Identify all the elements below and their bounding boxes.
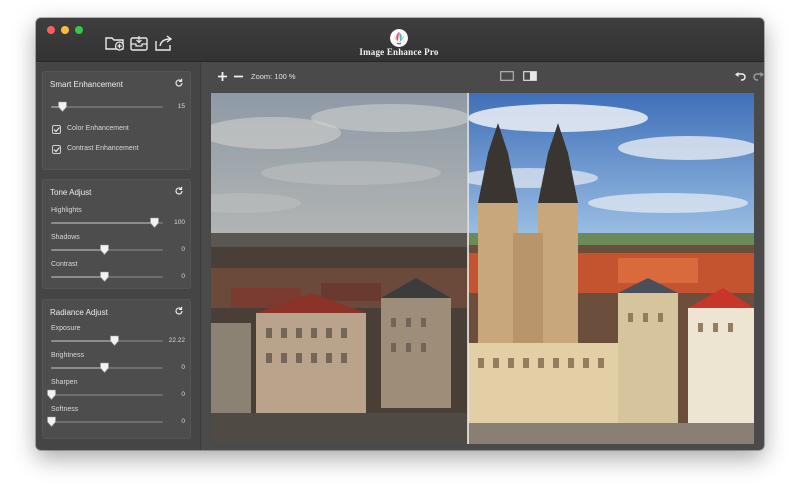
shadows-label: Shadows bbox=[51, 234, 80, 241]
close-window-button[interactable] bbox=[47, 26, 55, 34]
contrast-slider[interactable] bbox=[51, 271, 163, 282]
softness-value: 0 bbox=[181, 418, 185, 425]
enhanced-image bbox=[468, 93, 754, 444]
smart-level-slider[interactable] bbox=[51, 101, 163, 112]
checkmark-icon bbox=[53, 127, 60, 133]
split-view-icon[interactable] bbox=[523, 71, 537, 81]
brightness-value: 0 bbox=[181, 364, 185, 371]
sharpen-slider[interactable] bbox=[47, 389, 163, 400]
shadows-value: 0 bbox=[181, 246, 185, 253]
radiance-adjust-panel: Radiance Adjust Exposure 22.22 Brightnes… bbox=[42, 299, 191, 439]
share-export-icon[interactable] bbox=[154, 35, 174, 51]
plus-icon[interactable] bbox=[217, 71, 228, 82]
exposure-label: Exposure bbox=[51, 325, 81, 332]
highlights-value: 100 bbox=[174, 219, 185, 226]
contrast-value: 0 bbox=[181, 273, 185, 280]
undo-icon[interactable] bbox=[734, 72, 746, 81]
tray-import-icon[interactable] bbox=[129, 35, 149, 51]
tone-adjust-panel: Tone Adjust Highlights 100 Shadows 0 Con… bbox=[42, 179, 191, 289]
slider-thumb[interactable] bbox=[47, 416, 56, 427]
title-bar: Image Enhance Pro bbox=[36, 18, 764, 62]
smart-enhancement-title: Smart Enhancement bbox=[50, 80, 123, 89]
minimize-window-button[interactable] bbox=[61, 26, 69, 34]
smart-level-value: 15 bbox=[177, 103, 185, 110]
highlights-slider[interactable] bbox=[51, 217, 163, 228]
sharpen-value: 0 bbox=[181, 391, 185, 398]
sharpen-label: Sharpen bbox=[51, 379, 78, 386]
app-window: Image Enhance Pro Smart Enhancement 15 C… bbox=[36, 18, 764, 450]
image-canvas[interactable] bbox=[211, 93, 754, 444]
exposure-slider[interactable] bbox=[51, 335, 163, 346]
contrast-enhancement-checkbox[interactable] bbox=[52, 145, 61, 154]
minus-icon[interactable] bbox=[233, 71, 244, 82]
checkmark-icon bbox=[53, 147, 60, 153]
slider-thumb[interactable] bbox=[109, 335, 119, 346]
folder-plus-icon[interactable] bbox=[105, 35, 125, 51]
softness-label: Softness bbox=[51, 406, 79, 413]
refresh-icon[interactable] bbox=[174, 306, 184, 316]
highlights-label: Highlights bbox=[51, 207, 82, 214]
slider-thumb[interactable] bbox=[99, 271, 109, 282]
slider-thumb[interactable] bbox=[47, 389, 56, 400]
original-image bbox=[211, 93, 467, 444]
maximize-window-button[interactable] bbox=[75, 26, 83, 34]
redo-icon[interactable] bbox=[753, 72, 764, 81]
refresh-icon[interactable] bbox=[174, 78, 184, 88]
app-title: Image Enhance Pro bbox=[359, 47, 439, 57]
refresh-icon[interactable] bbox=[174, 186, 184, 196]
softness-slider[interactable] bbox=[47, 416, 163, 427]
tone-adjust-title: Tone Adjust bbox=[50, 188, 92, 197]
zoom-level: Zoom: 100 % bbox=[251, 72, 296, 81]
contrast-enhancement-label: Contrast Enhancement bbox=[67, 145, 139, 152]
slider-thumb[interactable] bbox=[150, 217, 159, 228]
slider-thumb[interactable] bbox=[99, 362, 109, 373]
single-view-icon[interactable] bbox=[500, 71, 514, 81]
view-toolbar: Zoom: 100 % bbox=[202, 63, 764, 90]
app-logo-icon bbox=[390, 29, 408, 47]
shadows-slider[interactable] bbox=[51, 244, 163, 255]
compare-divider-handle[interactable] bbox=[467, 93, 469, 444]
brightness-label: Brightness bbox=[51, 352, 85, 359]
brightness-slider[interactable] bbox=[51, 362, 163, 373]
slider-thumb[interactable] bbox=[99, 244, 109, 255]
color-enhancement-label: Color Enhancement bbox=[67, 125, 129, 132]
exposure-value: 22.22 bbox=[168, 337, 185, 344]
color-enhancement-checkbox[interactable] bbox=[52, 125, 61, 134]
contrast-label: Contrast bbox=[51, 261, 78, 268]
adjustments-sidebar: Smart Enhancement 15 Color Enhancement C… bbox=[36, 63, 201, 450]
radiance-adjust-title: Radiance Adjust bbox=[50, 308, 108, 317]
smart-enhancement-panel: Smart Enhancement 15 Color Enhancement C… bbox=[42, 71, 191, 170]
slider-thumb[interactable] bbox=[58, 101, 67, 112]
